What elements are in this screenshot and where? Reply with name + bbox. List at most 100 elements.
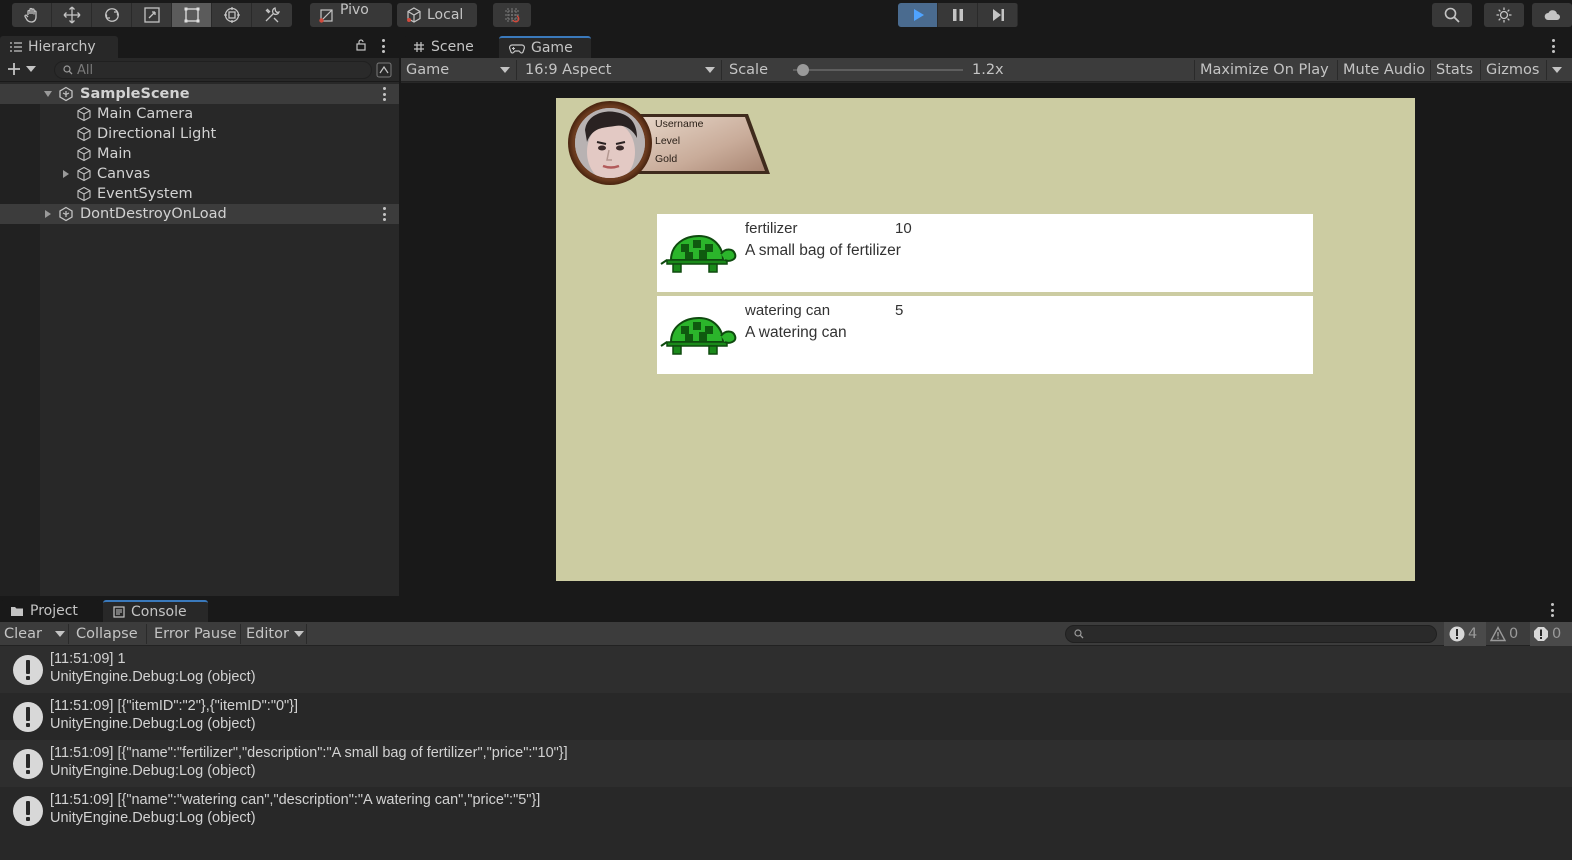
- display-select[interactable]: Game: [406, 58, 510, 82]
- error-pause-toggle[interactable]: Error Pause: [154, 622, 237, 646]
- aspect-select[interactable]: 16:9 Aspect: [525, 58, 715, 82]
- pause-button[interactable]: [938, 3, 978, 27]
- clear-button[interactable]: Clear: [4, 622, 42, 646]
- lock-icon[interactable]: [355, 39, 367, 51]
- create-dropdown[interactable]: [6, 61, 36, 77]
- aspect-select-value: 16:9 Aspect: [525, 62, 612, 78]
- custom-tools-icon[interactable]: [252, 3, 292, 27]
- scale-slider-thumb[interactable]: [797, 64, 810, 76]
- scene-visibility-icon[interactable]: [376, 62, 392, 78]
- chevron-down-icon: [26, 66, 36, 72]
- scene-menu-icon[interactable]: [382, 87, 386, 101]
- search-button[interactable]: [1432, 3, 1472, 27]
- mute-audio-toggle[interactable]: Mute Audio: [1343, 58, 1425, 82]
- maximize-on-play-toggle[interactable]: Maximize On Play: [1200, 58, 1329, 82]
- playmode-controls: [898, 3, 1018, 27]
- scale-tool-icon[interactable]: [132, 3, 172, 27]
- local-toggle[interactable]: Local: [397, 3, 477, 27]
- hierarchy-search-input[interactable]: All: [54, 61, 372, 79]
- gameobject-cube-icon: [77, 186, 91, 202]
- editor-dropdown-label: Editor: [246, 626, 289, 642]
- item-name: fertilizer: [745, 220, 798, 237]
- gizmos-toggle[interactable]: Gizmos: [1486, 58, 1539, 82]
- console-menu-icon[interactable]: [1550, 603, 1554, 617]
- gameview-menu-icon[interactable]: [1551, 39, 1555, 53]
- hierarchy-menu-icon[interactable]: [381, 39, 385, 53]
- stats-toggle[interactable]: Stats: [1436, 58, 1473, 82]
- tab-scene[interactable]: Scene: [403, 36, 497, 58]
- hierarchy-item-canvas[interactable]: Canvas: [0, 164, 399, 184]
- tab-game[interactable]: Game: [499, 36, 591, 58]
- gameobject-cube-icon: [77, 146, 91, 162]
- grid-snap-button[interactable]: [493, 3, 531, 27]
- transform-all-tool-icon[interactable]: [212, 3, 252, 27]
- play-button[interactable]: [898, 3, 938, 27]
- toolbar-divider: [1337, 60, 1338, 80]
- tab-game-label: Game: [531, 40, 573, 56]
- log-entry[interactable]: [11:51:09] [{"name":"watering can","desc…: [0, 787, 1572, 834]
- tab-console[interactable]: Console: [103, 600, 208, 622]
- log-stacktrace: UnityEngine.Debug:Log (object): [50, 669, 256, 685]
- chevron-down-icon: [705, 67, 715, 73]
- collapsed-arrow-icon[interactable]: [43, 209, 53, 219]
- hierarchy-item-main[interactable]: Main: [0, 144, 399, 164]
- list-icon: [10, 42, 22, 52]
- game-canvas: Username Level Gold fertilizer 10 A smal…: [556, 98, 1415, 581]
- scale-slider-track[interactable]: [793, 69, 963, 71]
- pivot-toggle[interactable]: Pivo: [310, 2, 392, 27]
- tab-project-label: Project: [30, 603, 78, 619]
- editor-dropdown[interactable]: Editor: [246, 622, 304, 646]
- info-filter-toggle[interactable]: 4: [1444, 622, 1486, 646]
- toolbar-divider: [68, 624, 69, 644]
- hierarchy-item-label: Main: [97, 146, 132, 162]
- hierarchy-item-dontdestroyonload[interactable]: DontDestroyOnLoad: [0, 204, 399, 224]
- grid-snap-icon: [505, 8, 520, 23]
- log-entry[interactable]: [11:51:09] [{"itemID":"2"},{"itemID":"0"…: [0, 693, 1572, 740]
- rect-tool-icon[interactable]: [172, 3, 212, 27]
- collapsed-arrow-icon[interactable]: [61, 169, 71, 179]
- folder-icon: [11, 607, 23, 616]
- console-toolbar: Clear Collapse Error Pause Editor 4 0 0: [0, 622, 1572, 646]
- cloud-button[interactable]: [1532, 3, 1572, 27]
- expand-arrow-icon[interactable]: [43, 89, 53, 99]
- warning-filter-toggle[interactable]: 0: [1490, 622, 1518, 646]
- info-log-icon: [13, 749, 43, 779]
- hierarchy-item-directional-light[interactable]: Directional Light: [0, 124, 399, 144]
- log-message: [11:51:09] [{"name":"fertilizer","descri…: [50, 745, 568, 761]
- info-log-icon: [13, 702, 43, 732]
- rotate-tool-icon[interactable]: [92, 3, 132, 27]
- tab-hierarchy[interactable]: Hierarchy: [0, 36, 118, 58]
- player-avatar: [575, 108, 645, 178]
- main-toolbar: Pivo Local: [0, 0, 1572, 34]
- player-face-image: [575, 108, 645, 178]
- lighting-button[interactable]: [1484, 3, 1524, 27]
- turtle-item-icon: [660, 234, 737, 273]
- toolbar-divider: [240, 624, 241, 644]
- console-tabbar: Project Console: [0, 598, 1572, 622]
- tab-project[interactable]: Project: [0, 600, 100, 622]
- panel-splitter[interactable]: [399, 34, 401, 596]
- game-render-area: Username Level Gold fertilizer 10 A smal…: [401, 83, 1572, 596]
- clear-options-dropdown-icon[interactable]: [55, 631, 65, 637]
- shop-item-card[interactable]: fertilizer 10 A small bag of fertilizer: [657, 214, 1313, 292]
- scene-menu-icon[interactable]: [382, 207, 386, 221]
- console-search-input[interactable]: [1065, 625, 1437, 643]
- gameobject-cube-icon: [77, 106, 91, 122]
- hierarchy-item-main-camera[interactable]: Main Camera: [0, 104, 399, 124]
- shop-item-card[interactable]: watering can 5 A watering can: [657, 296, 1313, 374]
- move-tool-icon[interactable]: [52, 3, 92, 27]
- toolbar-divider: [1546, 60, 1547, 80]
- gold-label: Gold: [655, 153, 678, 165]
- gizmos-dropdown-icon[interactable]: [1552, 67, 1562, 73]
- hierarchy-item-eventsystem[interactable]: EventSystem: [0, 184, 399, 204]
- game-view-toolbar: Game 16:9 Aspect Scale 1.2x Maximize On …: [401, 58, 1572, 82]
- hand-tool-icon[interactable]: [12, 3, 52, 27]
- log-entry[interactable]: [11:51:09] 1 UnityEngine.Debug:Log (obje…: [0, 646, 1572, 693]
- scale-label: Scale: [729, 62, 769, 78]
- error-filter-toggle[interactable]: 0: [1530, 622, 1572, 646]
- step-button[interactable]: [978, 3, 1018, 27]
- log-entry[interactable]: [11:51:09] [{"name":"fertilizer","descri…: [0, 740, 1572, 787]
- collapse-toggle[interactable]: Collapse: [76, 622, 138, 646]
- hierarchy-item-samplescene[interactable]: SampleScene: [0, 84, 399, 104]
- search-icon: [1444, 7, 1460, 23]
